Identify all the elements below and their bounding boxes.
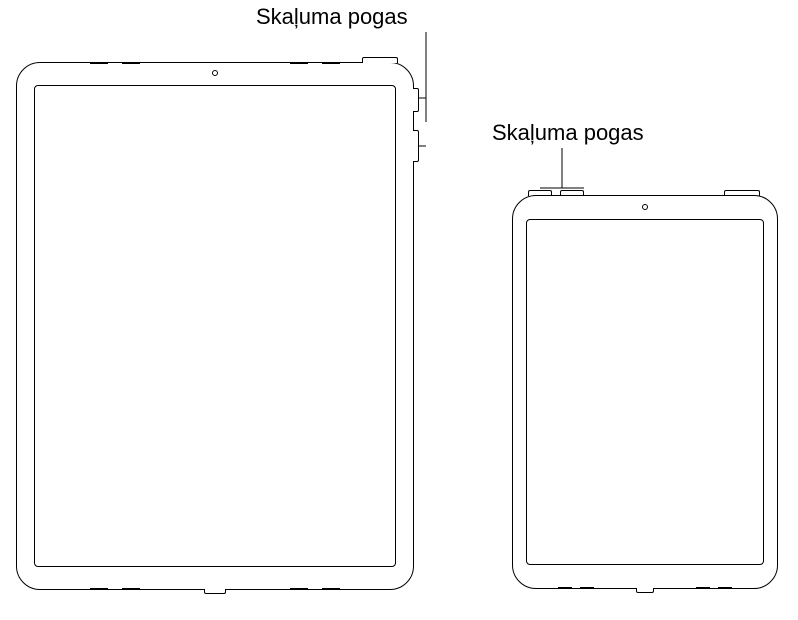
- camera-small: [642, 204, 648, 210]
